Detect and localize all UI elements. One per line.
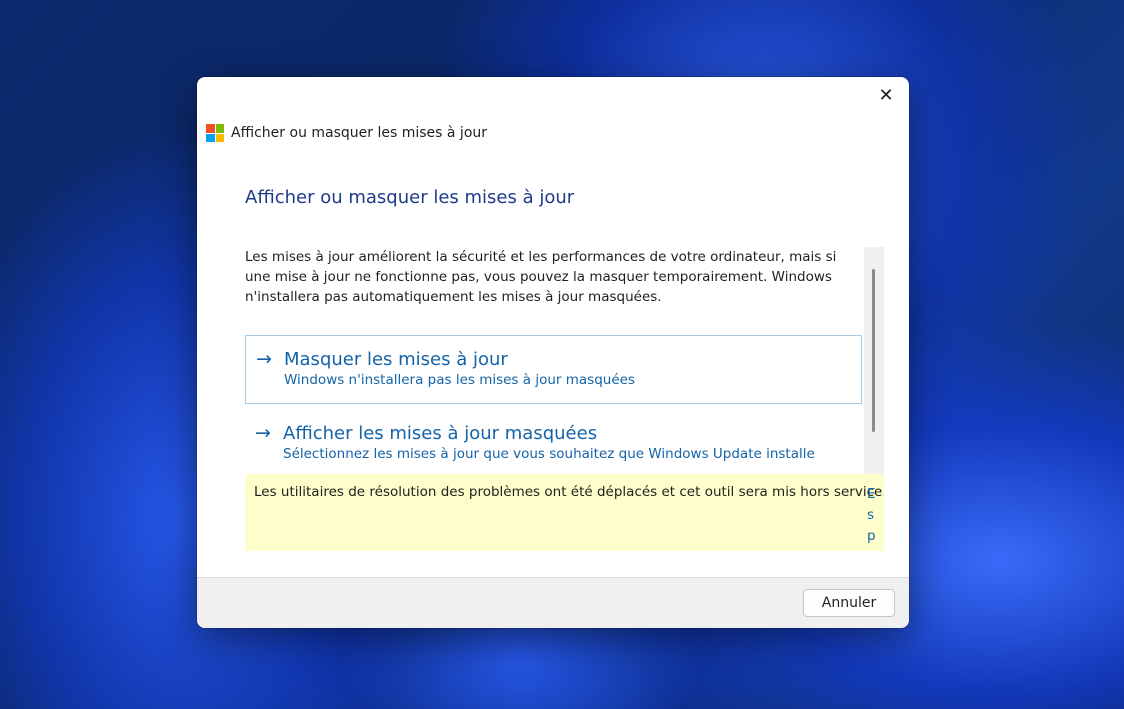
hide-updates-option[interactable]: → Masquer les mises à jour Windows n'ins…	[245, 335, 862, 404]
troubleshooter-dialog: ✕ Afficher ou masquer les mises à jour A…	[197, 77, 909, 628]
hide-updates-subtitle: Windows n'installera pas les mises à jou…	[284, 372, 635, 388]
notice-text: Les utilitaires de résolution des problè…	[254, 484, 884, 500]
title-bar: Afficher ou masquer les mises à jour	[206, 123, 487, 143]
vertical-scrollbar[interactable]	[864, 247, 884, 474]
hide-updates-title: Masquer les mises à jour	[284, 348, 508, 370]
show-hidden-updates-subtitle: Sélectionnez les mises à jour que vous s…	[283, 446, 815, 462]
window-title: Afficher ou masquer les mises à jour	[231, 125, 488, 141]
scrollbar-thumb[interactable]	[872, 269, 875, 432]
arrow-right-icon: →	[256, 348, 272, 370]
arrow-right-icon: →	[255, 422, 271, 444]
cancel-button[interactable]: Annuler	[803, 589, 895, 617]
show-hidden-updates-title: Afficher les mises à jour masquées	[283, 422, 598, 444]
notice-link[interactable]: E s p	[867, 484, 879, 547]
close-icon: ✕	[878, 84, 894, 106]
description-text: Les mises à jour améliorent la sécurité …	[245, 249, 837, 305]
dialog-footer: Annuler	[197, 577, 909, 628]
option-title-row: → Afficher les mises à jour masquées	[255, 422, 852, 444]
deprecation-notice: Les utilitaires de résolution des problè…	[245, 474, 884, 551]
show-hidden-updates-option[interactable]: → Afficher les mises à jour masquées Sél…	[245, 410, 862, 479]
windows-logo-icon	[206, 124, 224, 142]
page-heading: Afficher ou masquer les mises à jour	[245, 187, 575, 208]
close-button[interactable]: ✕	[863, 77, 909, 113]
option-title-row: → Masquer les mises à jour	[256, 348, 851, 370]
